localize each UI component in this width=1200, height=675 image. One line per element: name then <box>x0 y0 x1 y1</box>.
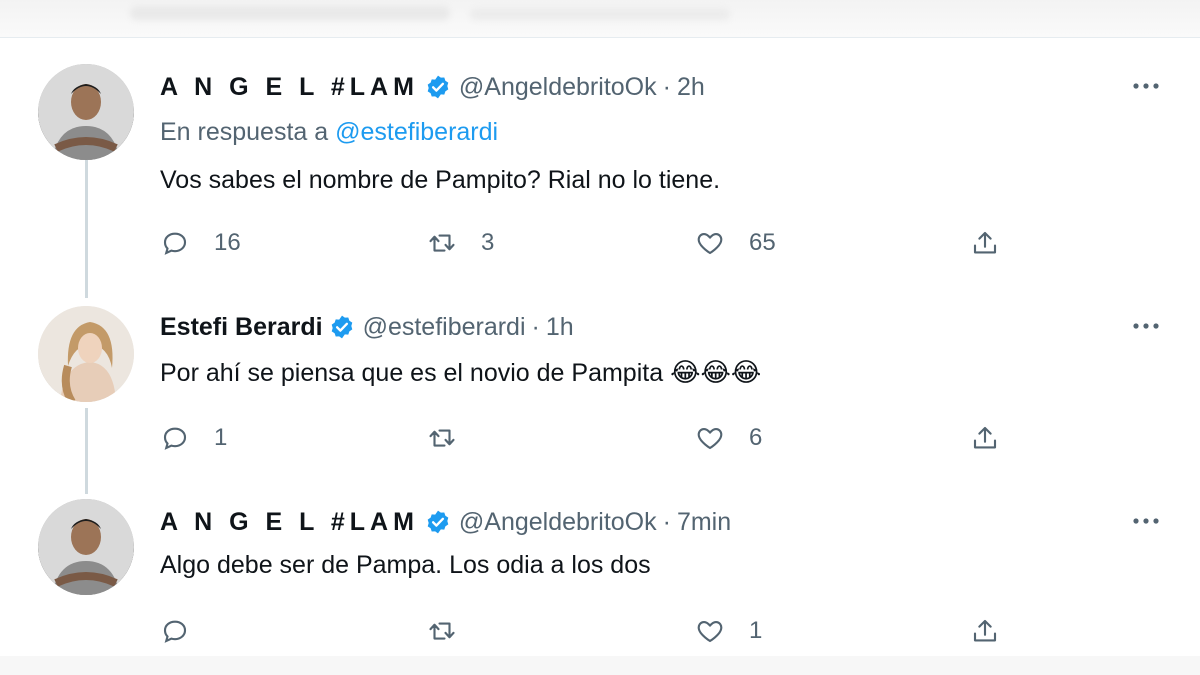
avatar[interactable] <box>38 306 134 402</box>
timestamp[interactable]: 1h <box>546 313 574 342</box>
tweet-text: Por ahí se piensa que es el novio de Pam… <box>160 358 761 388</box>
author-name[interactable]: A N G E L #LAM <box>160 73 419 102</box>
author-name[interactable]: Estefi Berardi <box>160 313 323 342</box>
reply-icon <box>163 232 187 255</box>
reply-count: 16 <box>214 229 241 256</box>
tweet-text: Algo debe ser de Pampa. Los odia a los d… <box>160 551 651 579</box>
author-name[interactable]: A N G E L #LAM <box>160 508 419 537</box>
retweet-count: 3 <box>481 229 495 256</box>
verified-badge-icon <box>329 314 355 340</box>
retweet-icon <box>429 622 455 640</box>
like-button[interactable]: 6 <box>695 420 762 456</box>
tweet-actions: 1 <box>0 613 1200 649</box>
tweet-header: Estefi Berardi @estefiberardi · 1h <box>160 310 574 344</box>
tweet-text-body: Por ahí se piensa que es el novio de Pam… <box>160 359 664 387</box>
separator-dot: · <box>662 72 671 101</box>
reply-button[interactable] <box>160 613 214 649</box>
bottom-blurred-bar <box>0 656 1200 675</box>
reply-icon <box>163 620 187 643</box>
reply-context: En respuesta a @estefiberardi <box>160 118 498 147</box>
share-button[interactable] <box>970 420 1000 456</box>
share-icon <box>973 426 997 449</box>
retweet-icon <box>429 234 455 252</box>
share-icon <box>973 231 997 254</box>
tweet-header: A N G E L #LAM @AngeldebritoOk · 2h <box>160 70 705 104</box>
reply-count: 1 <box>214 424 228 451</box>
verified-badge-icon <box>425 74 451 100</box>
retweet-button[interactable] <box>427 613 481 649</box>
thread-line <box>85 140 88 298</box>
like-icon <box>697 620 723 643</box>
like-icon <box>697 427 723 450</box>
reply-icon <box>163 427 187 450</box>
like-icon <box>697 232 723 255</box>
author-handle[interactable]: @AngeldebritoOk <box>459 508 657 537</box>
more-options-icon[interactable] <box>1130 72 1162 100</box>
share-button[interactable] <box>970 613 1000 649</box>
like-button[interactable]: 65 <box>695 225 776 261</box>
avatar[interactable] <box>38 499 134 595</box>
author-handle[interactable]: @estefiberardi <box>363 313 526 342</box>
reply-button[interactable]: 1 <box>160 420 227 456</box>
verified-badge-icon <box>425 509 451 535</box>
tweet-text: Vos sabes el nombre de Pampito? Rial no … <box>160 166 721 194</box>
share-icon <box>973 619 997 642</box>
retweet-icon <box>429 429 455 447</box>
more-options-icon[interactable] <box>1130 507 1162 535</box>
share-button[interactable] <box>970 225 1000 261</box>
tweet-actions: 1 6 <box>0 420 1200 456</box>
tweet-actions: 16 3 65 <box>0 225 1200 261</box>
tweet-thread: A N G E L #LAM @AngeldebritoOk · 2h En r… <box>0 0 1200 675</box>
like-count: 65 <box>749 229 776 256</box>
timestamp[interactable]: 7min <box>677 508 731 537</box>
like-count: 6 <box>749 424 763 451</box>
retweet-button[interactable]: 3 <box>427 225 494 261</box>
separator-dot: · <box>662 507 671 536</box>
reply-button[interactable]: 16 <box>160 225 241 261</box>
reply-prefix: En respuesta a <box>160 118 329 146</box>
avatar[interactable] <box>38 64 134 160</box>
top-blurred-bar <box>0 0 1200 38</box>
like-button[interactable]: 1 <box>695 613 762 649</box>
author-handle[interactable]: @AngeldebritoOk <box>459 73 657 102</box>
reply-to-link[interactable]: @estefiberardi <box>335 118 498 146</box>
retweet-button[interactable] <box>427 420 481 456</box>
tweet-header: A N G E L #LAM @AngeldebritoOk · 7min <box>160 505 731 539</box>
more-options-icon[interactable] <box>1130 312 1162 340</box>
tweet-emojis: 😂😂😂 <box>670 358 762 388</box>
separator-dot: · <box>531 312 540 341</box>
like-count: 1 <box>749 617 763 644</box>
timestamp[interactable]: 2h <box>677 73 705 102</box>
